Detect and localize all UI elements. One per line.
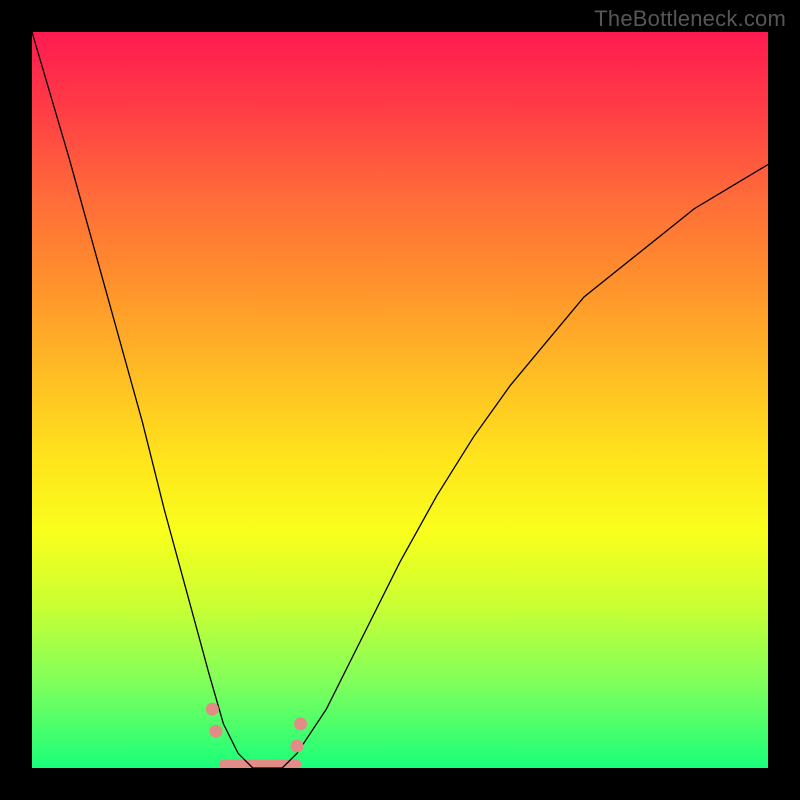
chart-svg [32, 32, 768, 768]
plot-area [32, 32, 768, 768]
bottleneck-curve [32, 32, 768, 768]
curve-dots [206, 703, 307, 753]
chart-stage: TheBottleneck.com [0, 0, 800, 800]
watermark-text: TheBottleneck.com [594, 6, 786, 32]
